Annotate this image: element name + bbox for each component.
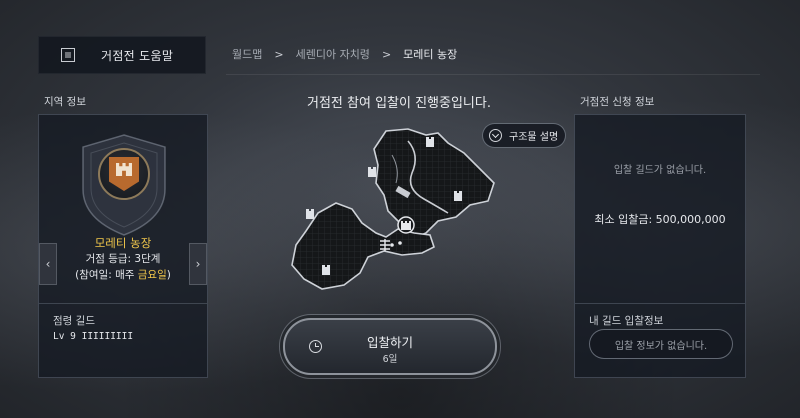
region-grade: 거점 등급: 3단계 bbox=[85, 253, 161, 265]
breadcrumb: 월드맵 > 세렌디아 자치령 > 모레티 농장 bbox=[232, 46, 457, 62]
breadcrumb-territory[interactable]: 세렌디아 자치령 bbox=[296, 46, 370, 62]
region-emblem bbox=[98, 148, 150, 200]
bid-button[interactable]: 입찰하기 6일 bbox=[283, 318, 497, 375]
region-info-title: 지역 정보 bbox=[44, 96, 86, 108]
participation-day-prefix: (참여일: 매주 bbox=[75, 269, 138, 281]
breadcrumb-current: 모레티 농장 bbox=[403, 48, 458, 61]
application-info-panel: 입찰 길드가 없습니다. 최소 입찰금: 500,000,000 내 길드 입찰… bbox=[574, 114, 746, 378]
my-guild-bid-title: 내 길드 입찰정보 bbox=[589, 315, 664, 327]
breadcrumb-world-map[interactable]: 월드맵 bbox=[232, 46, 262, 62]
breadcrumb-separator-icon: > bbox=[381, 47, 392, 61]
participation-day: (참여일: 매주 금요일) bbox=[39, 267, 207, 282]
map-gate-icon bbox=[380, 239, 390, 251]
structure-info-label: 구조물 설명 bbox=[509, 132, 559, 143]
panel-divider bbox=[575, 303, 745, 304]
map-point bbox=[398, 241, 402, 245]
participation-day-value: 금요일 bbox=[137, 269, 167, 281]
region-name: 모레티 농장 bbox=[94, 236, 152, 250]
help-label: 거점전 도움말 bbox=[101, 48, 174, 63]
page-title: 거점전 참여 입찰이 진행중입니다. bbox=[307, 96, 491, 111]
panel-divider bbox=[39, 303, 207, 304]
territory-map bbox=[291, 128, 495, 290]
help-tab[interactable]: 거점전 도움말 bbox=[38, 36, 206, 74]
help-book-icon bbox=[61, 48, 75, 62]
central-castle-icon bbox=[397, 216, 415, 234]
breadcrumb-separator-icon: > bbox=[274, 47, 284, 61]
region-info-panel: ‹ › 모레티 농장 거점 등급: 3단계 (참여일: 매주 금요일) 점령 길… bbox=[38, 114, 208, 378]
bid-remaining-days: 6일 bbox=[382, 354, 398, 365]
castle-icon bbox=[116, 163, 132, 176]
my-guild-bid-status: 입찰 정보가 없습니다. bbox=[589, 329, 733, 359]
minimum-bid: 최소 입찰금: 500,000,000 bbox=[594, 213, 726, 226]
no-bidding-guild-text: 입찰 길드가 없습니다. bbox=[613, 165, 707, 176]
participation-day-suffix: ) bbox=[166, 269, 171, 281]
occupying-guild-name: Lv 9 IIIIIIIII bbox=[53, 331, 134, 342]
header-divider bbox=[226, 74, 760, 75]
map-point bbox=[390, 243, 394, 247]
application-info-title: 거점전 신청 정보 bbox=[580, 96, 655, 108]
occupying-guild-title: 점령 길드 bbox=[53, 315, 95, 327]
bid-label: 입찰하기 bbox=[366, 335, 413, 350]
banner-icon bbox=[109, 157, 139, 191]
